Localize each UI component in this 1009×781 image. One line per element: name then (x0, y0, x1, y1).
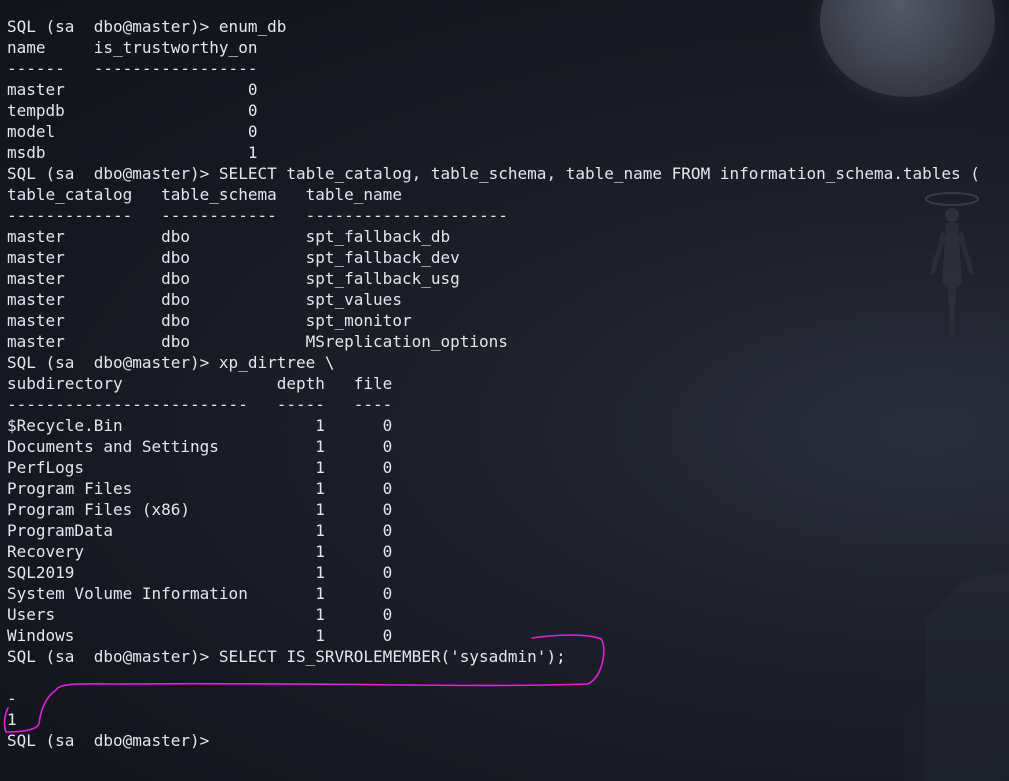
terminal-line: - (7, 689, 17, 708)
terminal-line: Users 1 0 (7, 605, 393, 624)
terminal-line: Windows 1 0 (7, 626, 393, 645)
terminal-line: PerfLogs 1 0 (7, 458, 393, 477)
terminal-line: master dbo MSreplication_options (7, 332, 508, 351)
terminal-line: master dbo spt_fallback_usg (7, 269, 460, 288)
terminal-line: SQL (sa dbo@master)> xp_dirtree \ (7, 353, 335, 372)
terminal-line: ------------------------- ----- ---- (7, 395, 393, 414)
terminal-line: System Volume Information 1 0 (7, 584, 393, 603)
terminal-line: master dbo spt_monitor (7, 311, 412, 330)
terminal-window[interactable]: SQL (sa dbo@master)> enum_dbname is_trus… (0, 0, 1009, 781)
terminal-line: SQL2019 1 0 (7, 563, 393, 582)
terminal-line: subdirectory depth file (7, 374, 393, 393)
terminal-line: ------------- ------------ -------------… (7, 206, 508, 225)
terminal-line: master dbo spt_values (7, 290, 402, 309)
terminal-line: Recovery 1 0 (7, 542, 393, 561)
terminal-line: Program Files (x86) 1 0 (7, 500, 393, 519)
terminal-line: tempdb 0 (7, 101, 258, 120)
terminal-line: model 0 (7, 122, 258, 141)
terminal-line: ------ ----------------- (7, 59, 258, 78)
terminal-line: master dbo spt_fallback_db (7, 227, 451, 246)
terminal-line: master 0 (7, 80, 258, 99)
terminal-line: msdb 1 (7, 143, 258, 162)
terminal-line: ProgramData 1 0 (7, 521, 393, 540)
terminal-line: table_catalog table_schema table_name (7, 185, 402, 204)
terminal-line: master dbo spt_fallback_dev (7, 248, 460, 267)
terminal-line: 1 (7, 710, 17, 729)
terminal-line: Program Files 1 0 (7, 479, 393, 498)
terminal-line: Documents and Settings 1 0 (7, 437, 393, 456)
terminal-line: SQL (sa dbo@master)> enum_db (7, 17, 287, 36)
terminal-line: name is_trustworthy_on (7, 38, 258, 57)
terminal-line: $Recycle.Bin 1 0 (7, 416, 393, 435)
terminal-line: SQL (sa dbo@master)> SELECT IS_SRVROLEME… (7, 647, 566, 666)
terminal-line: SQL (sa dbo@master)> SELECT table_catalo… (7, 164, 980, 183)
terminal-line: SQL (sa dbo@master)> (7, 731, 219, 750)
terminal-output[interactable]: SQL (sa dbo@master)> enum_dbname is_trus… (7, 16, 980, 751)
